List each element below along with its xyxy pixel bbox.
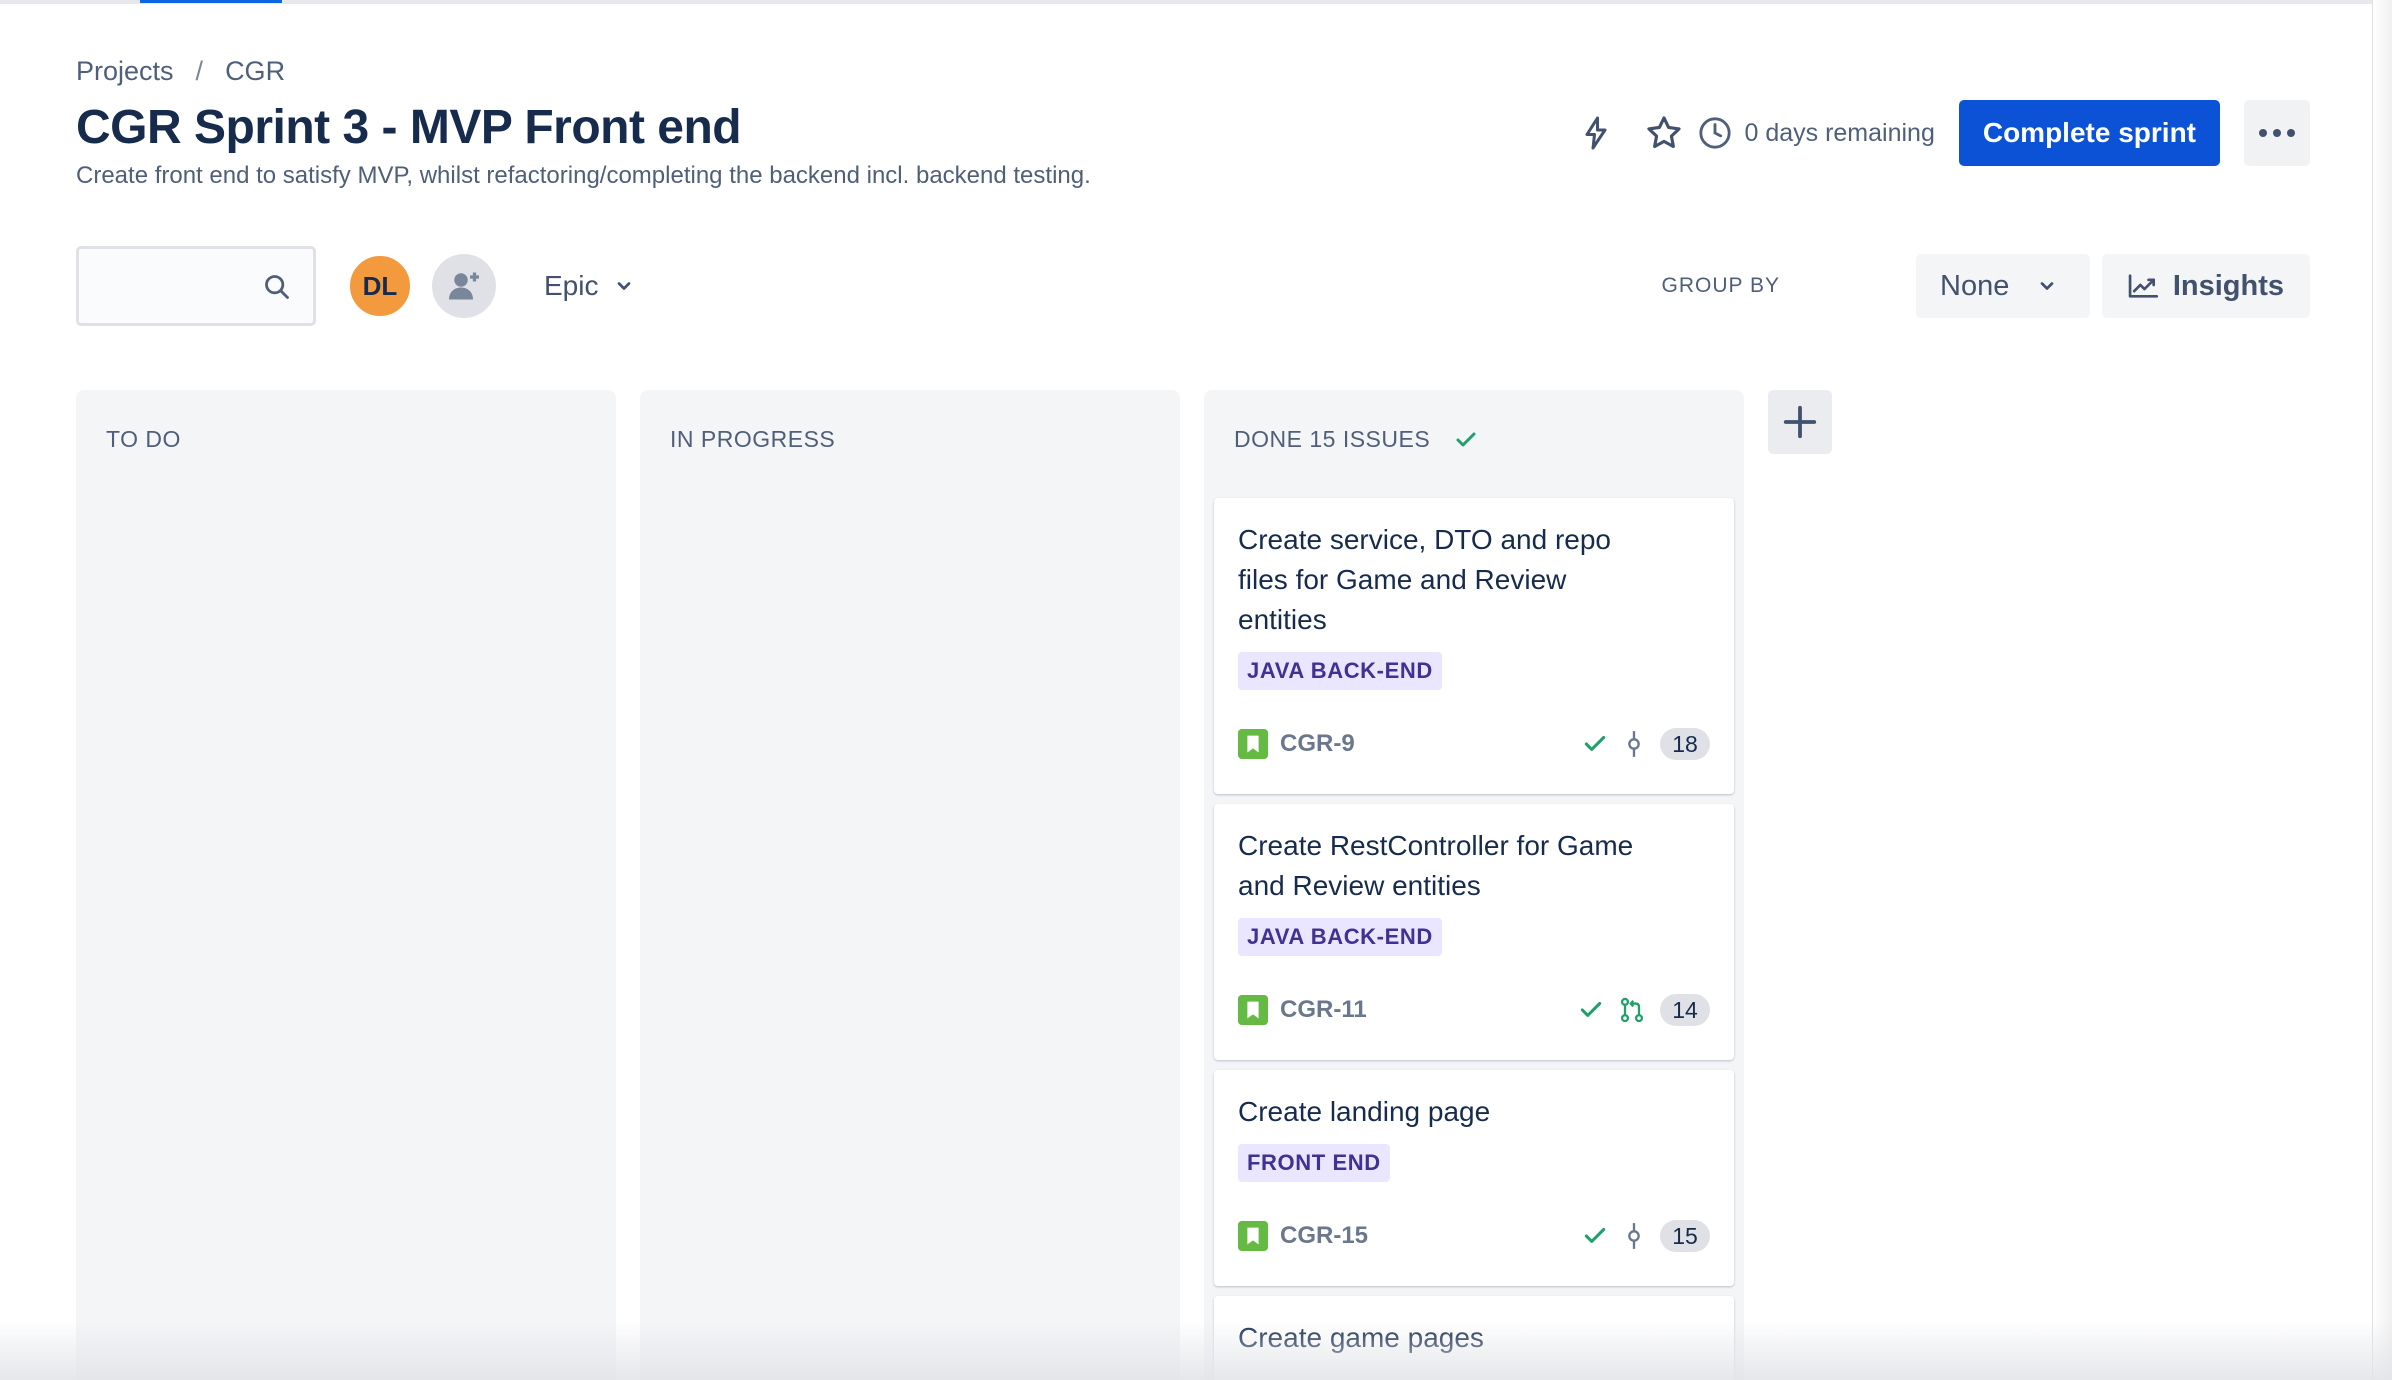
column-header-in-progress: IN PROGRESS xyxy=(670,426,835,453)
jira-board-page: Projects / CGR CGR Sprint 3 - MVP Front … xyxy=(0,0,2392,1380)
card-title: Create game pages xyxy=(1238,1322,1484,1353)
column-header-done: DONE 15 ISSUES xyxy=(1234,426,1478,453)
issue-key-text: CGR-11 xyxy=(1280,996,1367,1023)
column-in-progress: IN PROGRESS xyxy=(640,390,1180,1380)
more-actions-button[interactable] xyxy=(2244,100,2310,166)
issue-card[interactable]: Create service, DTO and repo files for G… xyxy=(1214,498,1734,794)
insights-button[interactable]: Insights xyxy=(2102,254,2310,318)
story-icon xyxy=(1238,729,1268,759)
lightning-icon xyxy=(1585,116,1607,150)
search-icon xyxy=(265,275,289,299)
issue-key[interactable]: CGR-9 xyxy=(1238,729,1355,759)
column-header-todo: TO DO xyxy=(106,426,181,453)
column-title-todo: TO DO xyxy=(106,426,181,452)
issue-card[interactable]: Create landing page FRONT END CGR-15 15 xyxy=(1214,1070,1734,1286)
header-actions: 0 days remaining Complete sprint xyxy=(1568,100,2310,166)
group-by-value: None xyxy=(1940,269,2010,302)
automation-button[interactable] xyxy=(1568,105,1624,161)
story-icon xyxy=(1238,995,1268,1025)
card-meta: 15 xyxy=(1582,1220,1710,1252)
column-title-in-progress: IN PROGRESS xyxy=(670,426,836,452)
pull-request-icon xyxy=(1620,997,1644,1023)
check-icon xyxy=(1584,735,1606,751)
active-tab-indicator xyxy=(140,0,282,3)
column-done: DONE 15 ISSUES Create service, DTO and r… xyxy=(1204,390,1744,1380)
issue-key-text: CGR-15 xyxy=(1280,1222,1369,1249)
days-remaining-text: 0 days remaining xyxy=(1744,118,1935,147)
epic-label: JAVA BACK-END xyxy=(1238,918,1442,956)
add-person-icon xyxy=(449,272,479,300)
epic-label: FRONT END xyxy=(1238,1144,1390,1182)
chevron-down-icon xyxy=(2040,282,2054,290)
more-icon xyxy=(2259,129,2295,137)
window-edge xyxy=(2372,0,2392,1380)
star-button[interactable] xyxy=(1636,105,1692,161)
issue-card[interactable]: Create RestController for Game and Revie… xyxy=(1214,804,1734,1060)
sprint-description: Create front end to satisfy MVP, whilst … xyxy=(76,162,1091,189)
commit-icon xyxy=(1628,1223,1640,1249)
group-by-dropdown[interactable]: None xyxy=(1916,254,2090,318)
issue-key-text: CGR-9 xyxy=(1280,730,1355,757)
issue-card[interactable]: Create game pages xyxy=(1214,1296,1734,1380)
epic-filter-dropdown[interactable]: Epic xyxy=(530,254,648,318)
avatar[interactable]: DL xyxy=(348,254,412,318)
add-person-button[interactable] xyxy=(432,254,496,318)
story-points-badge: 18 xyxy=(1660,728,1710,760)
card-title: Create landing page xyxy=(1238,1096,1491,1127)
complete-sprint-button[interactable]: Complete sprint xyxy=(1958,100,2220,166)
group-by-label: GROUP BY xyxy=(1661,274,1780,297)
issue-key[interactable]: CGR-15 xyxy=(1238,1221,1368,1251)
plus-icon xyxy=(1783,405,1817,439)
breadcrumb: Projects / CGR xyxy=(76,56,285,87)
chevron-down-icon xyxy=(618,282,631,290)
breadcrumb-separator: / xyxy=(195,56,204,86)
star-icon xyxy=(1647,116,1682,149)
card-title: Create RestController for Game and Revie… xyxy=(1238,830,1634,901)
clock-icon xyxy=(1699,117,1732,149)
breadcrumb-projects[interactable]: Projects xyxy=(76,56,174,87)
top-navigation-strip xyxy=(0,0,2392,4)
insights-label: Insights xyxy=(2172,269,2284,302)
search-input[interactable] xyxy=(76,246,316,326)
issue-key[interactable]: CGR-11 xyxy=(1238,995,1367,1025)
insights-chart-icon xyxy=(2128,274,2159,298)
card-footer: CGR-15 15 xyxy=(1238,1220,1710,1252)
epic-filter-label: Epic xyxy=(544,270,599,301)
card-title: Create service, DTO and repo files for G… xyxy=(1238,524,1611,635)
check-icon xyxy=(1584,1227,1606,1243)
page-title: CGR Sprint 3 - MVP Front end xyxy=(76,101,742,154)
epic-label: JAVA BACK-END xyxy=(1238,652,1442,690)
days-remaining: 0 days remaining xyxy=(1698,116,1935,150)
breadcrumb-project-cgr[interactable]: CGR xyxy=(225,56,285,87)
commit-icon xyxy=(1628,731,1640,757)
card-meta: 18 xyxy=(1582,728,1710,760)
column-todo: TO DO xyxy=(76,390,616,1380)
card-meta: 14 xyxy=(1578,994,1710,1026)
story-icon xyxy=(1238,1221,1268,1251)
column-title-done: DONE 15 ISSUES xyxy=(1234,426,1431,452)
add-column-button[interactable] xyxy=(1768,390,1832,454)
story-points-badge: 15 xyxy=(1660,1220,1710,1252)
story-points-badge: 14 xyxy=(1660,994,1710,1026)
card-footer: CGR-9 18 xyxy=(1238,728,1710,760)
check-icon xyxy=(1456,432,1476,446)
card-footer: CGR-11 14 xyxy=(1238,994,1710,1026)
check-icon xyxy=(1580,1001,1602,1017)
